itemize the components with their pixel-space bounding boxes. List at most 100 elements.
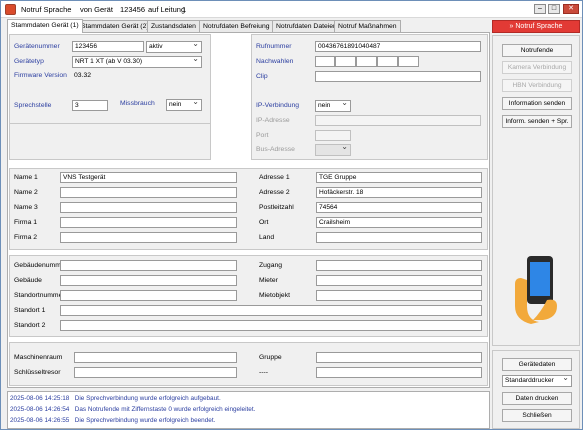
daten-drucken-button[interactable]: Daten drucken: [502, 392, 572, 405]
event-log: 2025-08-06 14:25:18 Die Sprechverbindung…: [7, 391, 490, 429]
address-panel: Name 1 VNS Testgerät Name 2 Name 3 Firma…: [9, 168, 488, 250]
dial-field-2[interactable]: [335, 56, 356, 67]
abuse-select[interactable]: nein: [166, 99, 202, 111]
access-field[interactable]: [316, 260, 482, 271]
tenant-label: Mieter: [259, 277, 278, 284]
log-date: 2025-08-06: [10, 406, 43, 413]
abuse-label: Missbrauch: [120, 100, 155, 107]
machine-label: Maschinenraum: [14, 354, 63, 361]
addr2-field[interactable]: Hofäckerstr. 18: [316, 187, 482, 198]
ip-address-field[interactable]: [315, 115, 481, 126]
name3-field[interactable]: [60, 202, 237, 213]
tab-notrufdaten-befreiung[interactable]: Notrufdaten Befreiung: [199, 20, 274, 32]
log-message: Das Notrufende mit Ziffernstaste 0 wurde…: [74, 406, 256, 413]
call-number-field[interactable]: 00436761891040487: [315, 41, 481, 52]
tenant-field[interactable]: [316, 275, 482, 286]
firma2-field[interactable]: [60, 232, 237, 243]
device-prefix: von Gerät: [80, 5, 113, 14]
speaker-field[interactable]: 3: [72, 100, 108, 111]
access-label: Zugang: [259, 262, 283, 269]
country-label: Land: [259, 234, 275, 241]
line-prefix: auf Leitung: [148, 5, 186, 14]
site-no-field[interactable]: [60, 290, 237, 301]
close-icon[interactable]: ✕: [563, 4, 579, 14]
ip-label: IP-Verbindung: [256, 102, 300, 109]
print-panel: Gerätedaten Standarddrucker Daten drucke…: [492, 350, 580, 429]
device-id: 123456: [120, 5, 146, 14]
dial-field-1[interactable]: [315, 56, 335, 67]
log-message: Die Sprechverbindung wurde erfolgreich b…: [74, 417, 216, 424]
bus-select[interactable]: [315, 144, 351, 156]
device-type-select[interactable]: NRT 1 XT (ab V 03.30): [72, 56, 202, 68]
site2-field[interactable]: [60, 320, 482, 331]
country-field[interactable]: [316, 232, 482, 243]
name2-field[interactable]: [60, 187, 237, 198]
group-field[interactable]: [316, 352, 482, 363]
log-date: 2025-08-06: [10, 395, 43, 402]
call-panel: Rufnummer 00436761891040487 Nachwahlen C…: [251, 34, 488, 160]
window-title: Notruf Sprache: [21, 5, 72, 14]
firma1-label: Firma 1: [14, 219, 38, 226]
name1-field[interactable]: VNS Testgerät: [60, 172, 237, 183]
dial-field-5[interactable]: [398, 56, 419, 67]
bus-label: Bus-Adresse: [256, 146, 295, 153]
tab-stammdaten-2[interactable]: Stammdaten Gerät (2): [77, 20, 153, 32]
keysafe-label: Schlüsseltresor: [14, 369, 61, 376]
ip-address-label: IP-Adresse: [256, 117, 290, 124]
dash-field[interactable]: [316, 367, 482, 378]
action-panel: Notrufende Kamera Verbindung HBN Verbind…: [492, 35, 580, 346]
clip-field[interactable]: [315, 71, 481, 82]
tab-zustandsdaten[interactable]: Zustandsdaten: [147, 20, 200, 32]
keysafe-field[interactable]: [74, 367, 237, 378]
log-time: 14:25:18: [44, 395, 70, 402]
port-field[interactable]: [315, 130, 351, 141]
firma2-label: Firma 2: [14, 234, 38, 241]
notrufende-button[interactable]: Notrufende: [502, 44, 572, 57]
log-entry: 2025-08-06 14:26:55 Die Sprechverbindung…: [10, 417, 215, 424]
log-message: Die Sprechverbindung wurde erfolgreich a…: [74, 395, 221, 402]
tab-notrufdaten-dateien[interactable]: Notrufdaten Dateien: [272, 20, 341, 32]
hbn-button[interactable]: HBN Verbindung: [502, 79, 572, 92]
site2-label: Standort 2: [14, 322, 46, 329]
log-entry: 2025-08-06 14:25:18 Die Sprechverbindung…: [10, 395, 221, 402]
printer-select[interactable]: Standarddrucker: [502, 375, 572, 387]
rental-label: Mietobjekt: [259, 292, 290, 299]
log-time: 14:26:55: [44, 417, 70, 424]
inform-spr-button[interactable]: Inform. senden + Spr.: [502, 115, 572, 128]
site1-field[interactable]: [60, 305, 482, 316]
info-senden-button[interactable]: Information senden: [502, 97, 572, 110]
zip-field[interactable]: 74564: [316, 202, 482, 213]
building-field[interactable]: [60, 275, 237, 286]
schliessen-button[interactable]: Schließen: [502, 409, 572, 422]
device-number-label: Gerätenummer: [14, 43, 60, 50]
device-number-field[interactable]: 123456: [72, 41, 144, 52]
tab-stammdaten-1[interactable]: Stammdaten Gerät (1): [7, 19, 83, 33]
city-field[interactable]: Crailsheim: [316, 217, 482, 228]
addr1-field[interactable]: TGE Gruppe: [316, 172, 482, 183]
machine-field[interactable]: [74, 352, 237, 363]
log-date: 2025-08-06: [10, 417, 43, 424]
geraetedaten-button[interactable]: Gerätedaten: [502, 358, 572, 371]
maximize-icon[interactable]: □: [548, 4, 560, 14]
notruf-sprache-button[interactable]: » Notruf Sprache: [492, 20, 580, 33]
kamera-button[interactable]: Kamera Verbindung: [502, 61, 572, 74]
tab-notruf-massnahmen[interactable]: Notruf Maßnahmen: [334, 20, 401, 32]
firma1-field[interactable]: [60, 217, 237, 228]
group-label: Gruppe: [259, 354, 282, 361]
rental-field[interactable]: [316, 290, 482, 301]
double-chevron-icon: »: [509, 23, 514, 30]
zip-label: Postleitzahl: [259, 204, 294, 211]
device-status-select[interactable]: aktiv: [146, 41, 202, 53]
minimize-icon[interactable]: –: [534, 4, 546, 14]
dash-label: ----: [259, 369, 269, 376]
app-icon: [5, 4, 16, 15]
dial-field-3[interactable]: [356, 56, 377, 67]
line-id: 1: [182, 5, 187, 14]
building-no-field[interactable]: [60, 260, 237, 271]
extra-panel: Maschinenraum Schlüsseltresor Gruppe ---…: [9, 342, 488, 386]
dial-field-4[interactable]: [377, 56, 398, 67]
log-time: 14:26:54: [44, 406, 70, 413]
site1-label: Standort 1: [14, 307, 46, 314]
ip-select[interactable]: nein: [315, 100, 351, 112]
firmware-value: 03.32: [74, 72, 92, 79]
